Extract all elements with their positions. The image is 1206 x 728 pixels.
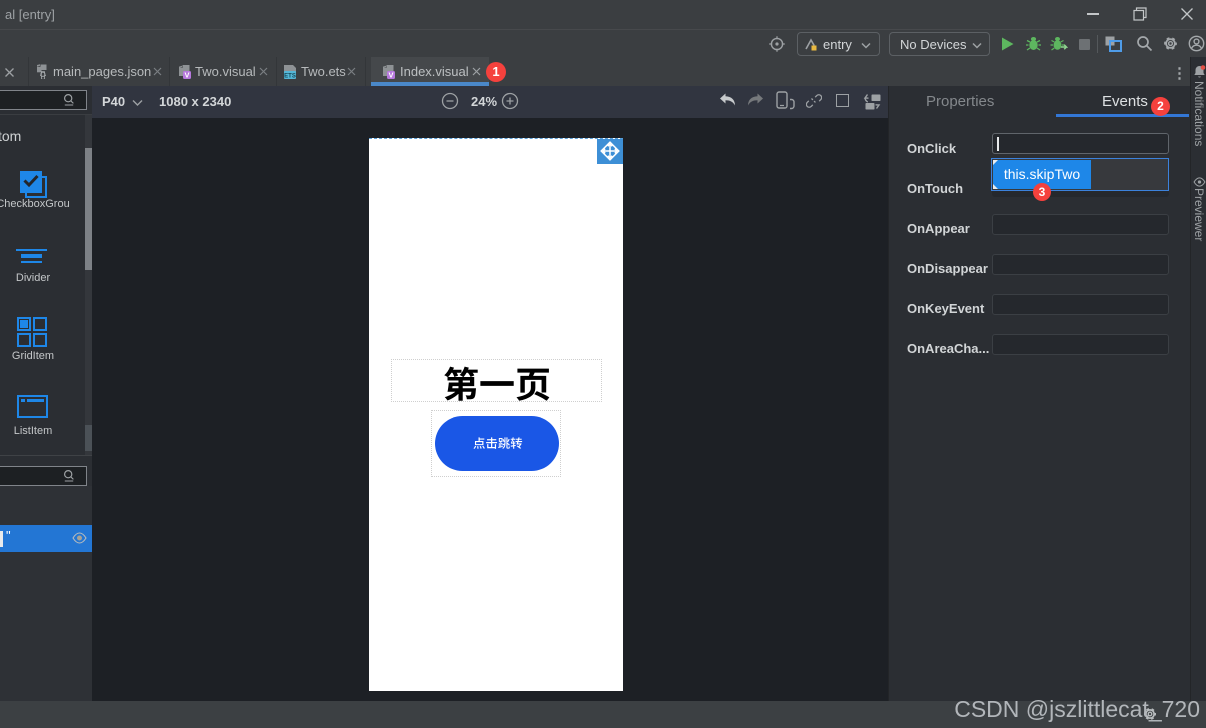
svg-text:V: V xyxy=(184,71,189,79)
svg-text:V: V xyxy=(388,71,393,79)
svg-text:ETS: ETS xyxy=(284,73,296,79)
